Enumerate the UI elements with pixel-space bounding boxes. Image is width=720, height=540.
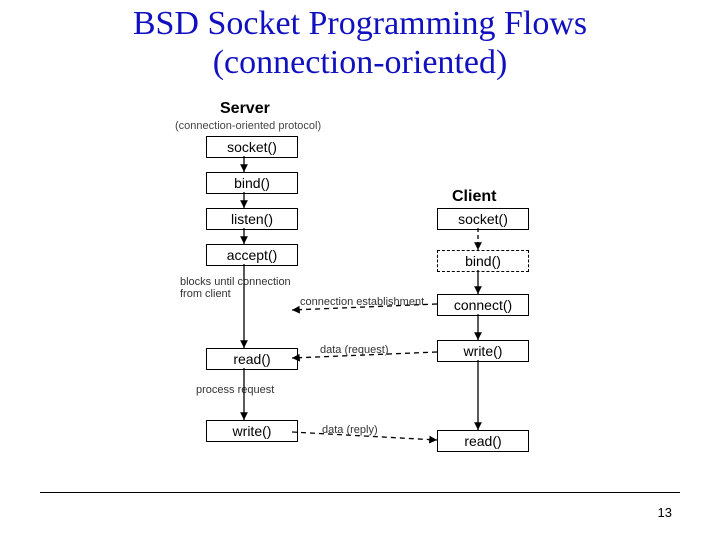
client-read-node: read() [437,430,529,452]
server-write-node: write() [206,420,298,442]
server-listen-node: listen() [206,208,298,230]
client-bind-node: bind() [437,250,529,272]
server-read-node: read() [206,348,298,370]
server-accept-node: accept() [206,244,298,266]
slide-title: BSD Socket Programming Flows (connection… [0,4,720,82]
title-line-2: (connection-oriented) [213,44,508,81]
server-blocks-note: blocks until connection from client [180,276,291,300]
client-connect-node: connect() [437,294,529,316]
client-write-node: write() [437,340,529,362]
page-number: 13 [658,505,672,520]
client-socket-node: socket() [437,208,529,230]
server-subheading: (connection-oriented protocol) [175,120,321,132]
server-bind-node: bind() [206,172,298,194]
server-socket-node: socket() [206,136,298,158]
bottom-divider [40,492,680,493]
edge-request-label: data (request) [320,344,388,356]
edge-reply-label: data (reply) [322,424,378,436]
server-heading: Server [220,100,270,118]
server-process-note: process request [196,384,274,396]
title-line-1: BSD Socket Programming Flows [133,5,587,42]
edge-establish-label: connection establishment [300,296,424,308]
client-heading: Client [452,188,496,206]
